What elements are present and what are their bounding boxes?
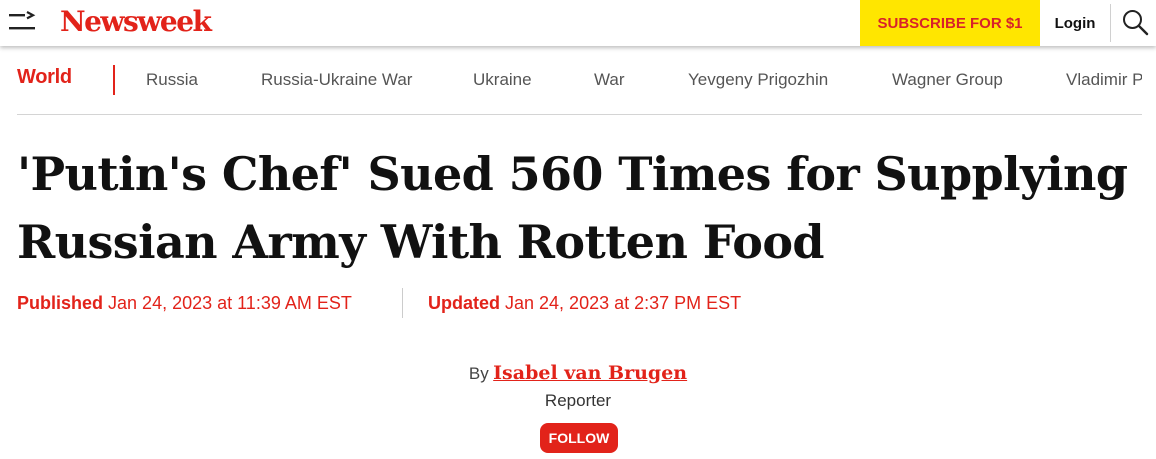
login-button[interactable]: Login bbox=[1040, 0, 1110, 46]
by-label: By bbox=[468, 364, 489, 383]
menu-icon[interactable] bbox=[9, 11, 39, 33]
section-divider bbox=[113, 65, 115, 95]
nav-item-wagner-group[interactable]: Wagner Group bbox=[892, 70, 1003, 90]
search-icon[interactable] bbox=[1121, 8, 1149, 36]
nav-item-yevgeny-prigozhin[interactable]: Yevgeny Prigozhin bbox=[688, 70, 828, 90]
updated-value: Jan 24, 2023 at 2:37 PM EST bbox=[505, 293, 742, 313]
updated-date: Updated Jan 24, 2023 at 2:37 PM EST bbox=[428, 293, 741, 314]
newsweek-logo[interactable]: Newsweek bbox=[60, 4, 212, 40]
section-link-world[interactable]: World bbox=[17, 66, 72, 89]
follow-button[interactable]: FOLLOW bbox=[540, 423, 618, 453]
published-value: Jan 24, 2023 at 11:39 AM EST bbox=[108, 293, 352, 313]
date-divider bbox=[402, 288, 403, 318]
nav-item-war[interactable]: War bbox=[594, 70, 625, 90]
nav-item-ukraine[interactable]: Ukraine bbox=[473, 70, 532, 90]
nav-item-vladimir-putin[interactable]: Vladimir P bbox=[1066, 70, 1142, 90]
updated-label: Updated bbox=[428, 293, 500, 313]
author-role: Reporter bbox=[544, 391, 612, 410]
published-date: Published Jan 24, 2023 at 11:39 AM EST bbox=[17, 293, 352, 314]
header-divider bbox=[1110, 4, 1111, 42]
nav-item-russia[interactable]: Russia bbox=[146, 70, 198, 90]
article-headline: 'Putin's Chef' Sued 560 Times for Supply… bbox=[17, 147, 1128, 269]
top-bar: Newsweek SUBSCRIBE FOR $1 Login bbox=[0, 0, 1156, 46]
published-label: Published bbox=[17, 293, 104, 313]
nav-divider bbox=[17, 114, 1142, 115]
byline: By Isabel van Brugen bbox=[0, 362, 1156, 384]
author-link[interactable]: Isabel van Brugen bbox=[493, 362, 687, 384]
nav-item-russia-ukraine-war[interactable]: Russia-Ukraine War bbox=[261, 70, 412, 90]
topic-nav: World Russia Russia-Ukraine War Ukraine … bbox=[0, 58, 1156, 102]
subscribe-button[interactable]: SUBSCRIBE FOR $1 bbox=[860, 0, 1040, 46]
